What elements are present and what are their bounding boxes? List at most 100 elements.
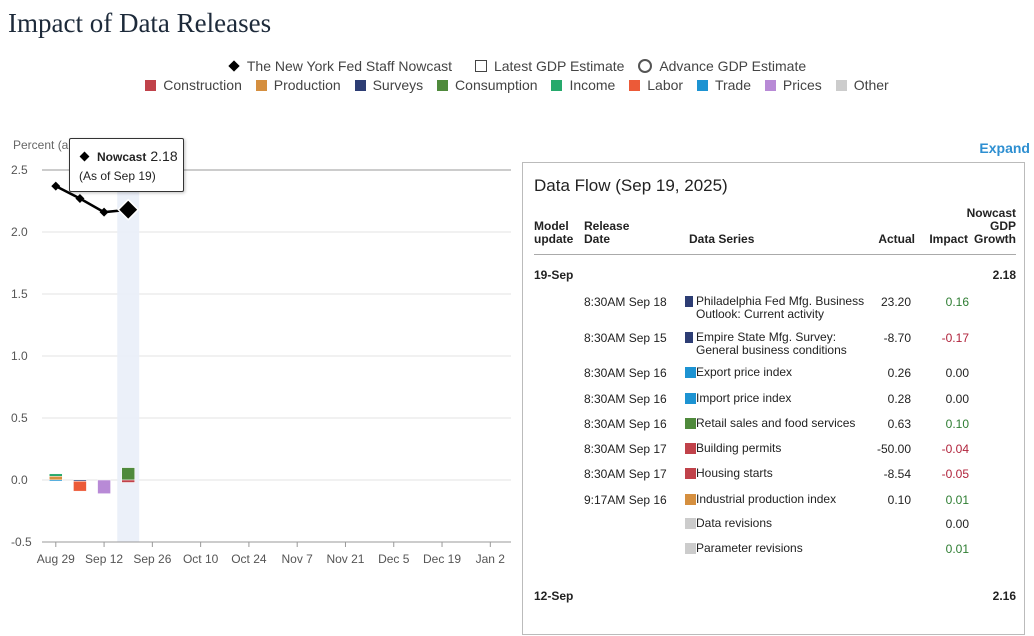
table-header: Model update Release Date Data Series Ac… — [534, 205, 1016, 255]
impact-bar-production — [49, 476, 63, 481]
marker-legend: The New York Fed Staff Nowcast Latest GD… — [0, 58, 1034, 74]
legend-item-income[interactable]: Income — [551, 77, 615, 93]
highlight-band — [117, 170, 140, 542]
actual-value: 0.28 — [887, 392, 911, 406]
x-tick-label: Sep 26 — [133, 552, 171, 566]
diamond-icon — [79, 151, 90, 162]
legend-label: Labor — [647, 77, 684, 93]
construction-swatch — [145, 80, 157, 91]
category-swatch — [685, 468, 696, 479]
x-tick-label: Nov 21 — [326, 552, 364, 566]
model-update-row[interactable]: 12-Sep 2.16 — [534, 589, 1016, 603]
model-update-row[interactable]: 19-Sep 2.18 — [534, 268, 1016, 282]
income-swatch — [551, 80, 563, 91]
actual-value: 23.20 — [880, 295, 911, 309]
impact-bar-trade — [49, 479, 63, 482]
data-flow-panel: Data Flow (Sep 19, 2025) Model update Re… — [522, 162, 1025, 635]
data-series-name: Industrial production index — [685, 492, 876, 506]
data-series-name: Parameter revisions — [685, 541, 876, 555]
category-swatch — [685, 418, 696, 429]
expand-link[interactable]: Expand — [979, 140, 1030, 156]
series-label: Parameter revisions — [696, 541, 803, 555]
impact-value: 0.00 — [945, 366, 969, 380]
release-time: 8:30AM Sep 16 — [584, 392, 667, 406]
data-series-name: Building permits — [685, 441, 876, 455]
tooltip-label: Nowcast — [97, 150, 147, 164]
actual-value: -8.70 — [883, 331, 911, 345]
page-title: Impact of Data Releases — [8, 8, 272, 38]
actual-value: 0.10 — [887, 493, 911, 507]
nowcast-tooltip: Nowcast 2.18 (As of Sep 19) — [69, 138, 184, 192]
legend-item-production[interactable]: Production — [255, 77, 341, 93]
y-tick-label: 1.5 — [11, 287, 28, 301]
series-label: Industrial production index — [696, 492, 837, 506]
x-tick-label: Aug 29 — [37, 552, 75, 566]
series-label: Export price index — [696, 365, 793, 379]
impact-bar-labor — [73, 480, 87, 492]
impact-bar-construction — [121, 479, 135, 483]
impact-value: 0.00 — [945, 392, 969, 406]
prices-swatch — [764, 80, 776, 91]
series-label: Philadelphia Fed Mfg. Business Outlook: … — [696, 294, 865, 321]
category-swatch — [685, 332, 693, 343]
impact-value: -0.05 — [941, 467, 969, 481]
legend-item-other[interactable]: Other — [835, 77, 889, 93]
legend-item-nowcast[interactable]: The New York Fed Staff Nowcast — [228, 58, 452, 74]
x-tick-label: Oct 24 — [231, 552, 267, 566]
y-tick-label: 2.0 — [11, 225, 28, 239]
data-series-name: Export price index — [685, 365, 876, 379]
data-series-name: Philadelphia Fed Mfg. Business Outlook: … — [685, 294, 876, 321]
category-swatch — [685, 367, 696, 378]
impact-value: 0.10 — [945, 417, 969, 431]
update-date: 19-Sep — [534, 268, 574, 282]
panel-title: Data Flow (Sep 19, 2025) — [534, 176, 728, 195]
tooltip-value: 2.18 — [150, 148, 178, 164]
data-series-name: Import price index — [685, 392, 876, 405]
x-tick-label: Dec 5 — [378, 552, 410, 566]
production-swatch — [255, 80, 267, 91]
y-tick-label: 2.5 — [11, 163, 28, 177]
actual-value: -8.54 — [883, 467, 911, 481]
header-data-series: Data Series — [689, 232, 755, 246]
update-growth: 2.16 — [992, 589, 1016, 603]
legend-item-latest-gdp[interactable]: Latest GDP Estimate — [474, 58, 625, 74]
legend-item-trade[interactable]: Trade — [696, 77, 752, 93]
legend-label: Latest GDP Estimate — [493, 58, 625, 74]
impact-value: 0.00 — [945, 517, 969, 531]
legend-item-consumption[interactable]: Consumption — [437, 77, 538, 93]
impact-value: -0.17 — [941, 331, 969, 345]
other-swatch — [835, 80, 847, 91]
impact-value: 0.01 — [945, 493, 969, 507]
legend-item-labor[interactable]: Labor — [629, 77, 683, 93]
legend-item-advance-gdp[interactable]: Advance GDP Estimate — [638, 58, 806, 74]
impact-value: -0.04 — [941, 442, 969, 456]
category-swatch — [685, 494, 696, 505]
series-label: Housing starts — [696, 466, 773, 480]
legend-item-prices[interactable]: Prices — [764, 77, 822, 93]
release-time: 8:30AM Sep 16 — [584, 417, 667, 431]
impact-value: 0.16 — [945, 295, 969, 309]
legend-item-construction[interactable]: Construction — [145, 77, 242, 93]
data-series-name: Retail sales and food services — [685, 416, 876, 430]
x-tick-label: Jan 2 — [476, 552, 506, 566]
category-swatch — [685, 393, 696, 404]
legend-label: The New York Fed Staff Nowcast — [246, 58, 453, 74]
header-release-date: Release Date — [584, 219, 630, 246]
data-series-name: Empire State Mfg. Survey: General busine… — [685, 331, 876, 357]
actual-value: 0.63 — [887, 417, 911, 431]
legend-label: Prices — [782, 77, 822, 93]
open-circle-icon — [638, 59, 653, 73]
series-label: Retail sales and food services — [696, 416, 856, 430]
consumption-swatch — [437, 80, 449, 91]
y-tick-label: 0.0 — [11, 473, 28, 487]
actual-value: -50.00 — [876, 442, 911, 456]
legend-label: Trade — [714, 77, 752, 93]
release-time: 8:30AM Sep 17 — [584, 467, 667, 481]
legend-label: Other — [853, 77, 889, 93]
nowcast-chart: 2.5 2.0 1.5 1.0 0.5 0.0 -0.5 Aug 29 Sep 12 Sep 26… — [11, 138, 511, 566]
release-time: 8:30AM Sep 18 — [584, 295, 667, 309]
series-label: Building permits — [696, 441, 782, 455]
open-square-icon — [474, 60, 487, 72]
legend-item-surveys[interactable]: Surveys — [354, 77, 423, 93]
trade-swatch — [696, 80, 708, 91]
